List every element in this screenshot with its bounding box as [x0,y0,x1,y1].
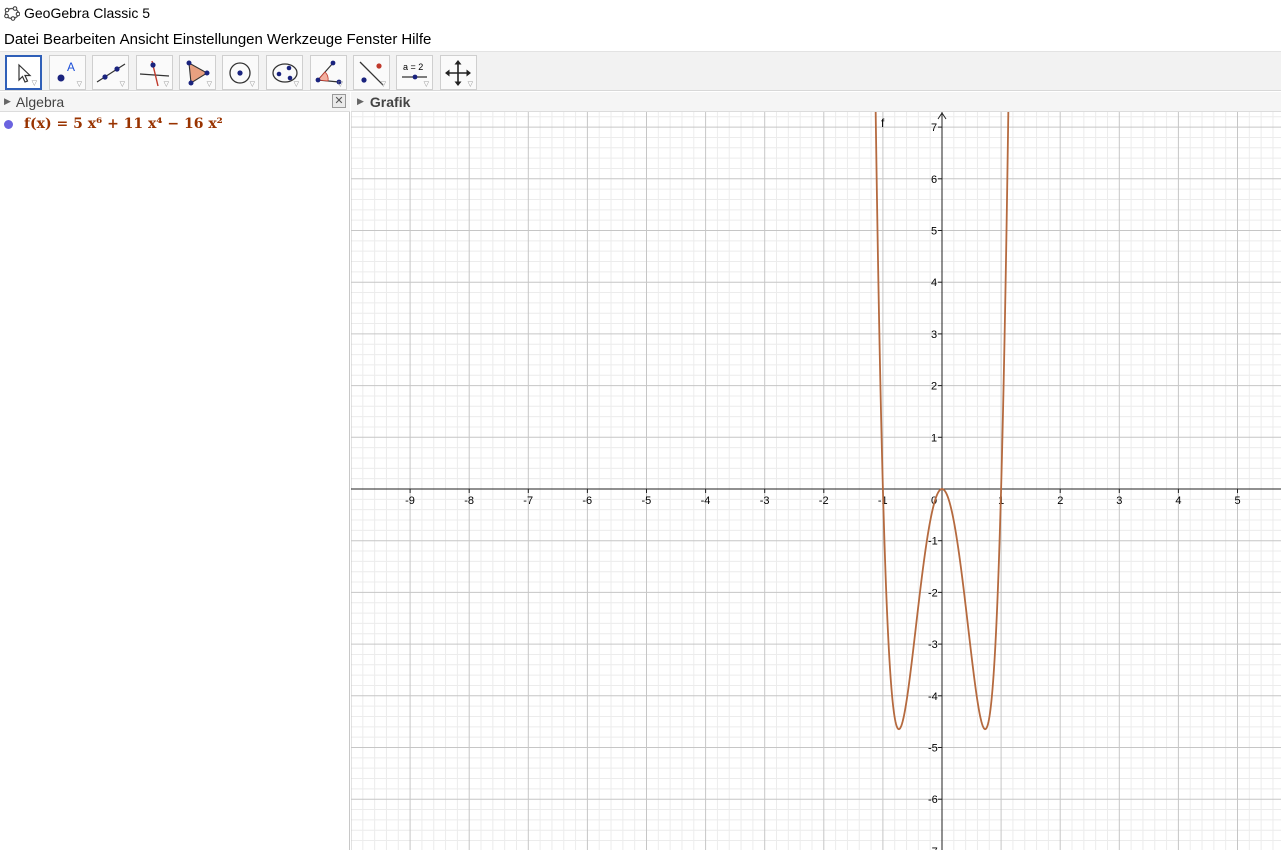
y-tick-label: -3 [928,639,938,651]
x-tick-label: 3 [1116,495,1122,507]
move-tool-button[interactable]: ▽ [5,55,42,90]
polygon-tool-button[interactable]: ▽ [179,55,216,90]
y-tick-label: 2 [931,381,937,393]
menu-hilfe[interactable]: Hilfe [401,31,431,48]
y-tick-label: 5 [931,226,937,238]
angle-tool-button[interactable]: ▽ [310,55,347,90]
line-tool-button[interactable]: ▽ [92,55,129,90]
y-tick-label: 7 [931,122,937,134]
menu-datei[interactable]: Datei [4,31,39,48]
window-title: GeoGebra Classic 5 [24,5,151,21]
tool-menu-indicator-icon: ▽ [31,80,37,87]
collapse-arrow-icon[interactable]: ▶ [4,96,11,107]
graphics-view-header[interactable]: ▶ Grafik [351,92,1281,112]
close-icon[interactable]: ✕ [332,94,346,108]
y-tick-label: -6 [928,794,938,806]
geogebra-logo-icon [4,6,20,21]
major-grid [351,112,1281,850]
x-tick-label: -3 [760,495,770,507]
slider-tool-button[interactable]: a = 2 ▽ [396,55,433,90]
graphics-view-title: Grafik [369,93,411,110]
y-tick-label: -7 [928,846,938,850]
tool-menu-indicator-icon: ▽ [423,81,429,88]
function-label-f[interactable]: f [881,116,885,130]
algebra-view-header[interactable]: ▶ Algebra ✕ [0,92,350,112]
algebra-view-title: Algebra [15,93,65,110]
y-tick-label: -2 [928,587,938,599]
tool-menu-indicator-icon: ▽ [337,81,343,88]
y-tick-label: 1 [931,432,937,444]
tool-menu-indicator-icon: ▽ [293,81,299,88]
collapse-arrow-icon[interactable]: ▶ [357,96,364,107]
x-tick-label: -5 [642,495,652,507]
tool-menu-indicator-icon: ▽ [249,81,255,88]
perpendicular-line-tool-button[interactable]: ▽ [136,55,173,90]
x-tick-label: -4 [701,495,711,507]
reflect-tool-button[interactable]: ▽ [353,55,390,90]
x-tick-label: -2 [819,495,829,507]
y-tick-label: 4 [931,277,937,289]
menu-bar: Datei Bearbeiten Ansicht Einstellungen W… [0,28,1281,50]
x-tick-label: -7 [523,495,533,507]
x-tick-label: -6 [582,495,592,507]
function-definition[interactable]: f(x) = 5 x⁶ + 11 x⁴ − 16 x² [24,116,223,132]
algebra-view[interactable]: f(x) = 5 x⁶ + 11 x⁴ − 16 x² [0,112,350,850]
toolbar: ▽ A ▽ ▽ ▽ ▽ ▽ ▽ ▽ ▽ a = 2 ▽ ▽ [0,51,1281,91]
x-axis-tick-labels: -9 -8 -7 -6 -5 -4 -3 -2 -1 0 1 2 3 4 5 [405,489,1241,507]
y-tick-label: -4 [928,691,938,703]
x-tick-label: -8 [464,495,474,507]
circle-tool-button[interactable]: ▽ [222,55,259,90]
tool-menu-indicator-icon: ▽ [206,81,212,88]
axes [351,112,1281,850]
x-tick-label: 5 [1235,495,1241,507]
tool-menu-indicator-icon: ▽ [76,81,82,88]
svg-text:A: A [67,60,75,74]
point-tool-button[interactable]: A ▽ [49,55,86,90]
y-tick-label: -5 [928,743,938,755]
title-bar: GeoGebra Classic 5 [0,0,1281,26]
move-graphics-view-tool-button[interactable]: ▽ [440,55,477,90]
menu-fenster[interactable]: Fenster [346,31,397,48]
menu-werkzeuge[interactable]: Werkzeuge [267,31,343,48]
y-tick-label: 6 [931,174,937,186]
tool-menu-indicator-icon: ▽ [119,81,125,88]
tool-menu-indicator-icon: ▽ [380,81,386,88]
y-tick-label: 3 [931,329,937,341]
menu-bearbeiten[interactable]: Bearbeiten [43,31,116,48]
minor-grid [351,112,1281,850]
visibility-toggle[interactable] [4,119,13,129]
coordinate-plane[interactable]: -9 -8 -7 -6 -5 -4 -3 -2 -1 0 1 2 3 4 5 7654321-1-2-3-4… [351,112,1281,850]
svg-text:a = 2: a = 2 [403,62,423,72]
algebra-entry-f[interactable]: f(x) = 5 x⁶ + 11 x⁴ − 16 x² [4,116,223,132]
tool-menu-indicator-icon: ▽ [163,81,169,88]
menu-einstellungen[interactable]: Einstellungen [173,31,263,48]
y-tick-label: -1 [928,536,938,548]
menu-ansicht[interactable]: Ansicht [120,31,169,48]
ellipse-tool-button[interactable]: ▽ [266,55,303,90]
x-tick-label: 2 [1057,495,1063,507]
graphics-view[interactable]: -9 -8 -7 -6 -5 -4 -3 -2 -1 0 1 2 3 4 5 7 6 5 4 3 2 1 -1 -2 -3 -4… [351,112,1281,850]
x-tick-label: 4 [1175,495,1181,507]
tool-menu-indicator-icon: ▽ [467,81,473,88]
x-tick-label: -9 [405,495,415,507]
